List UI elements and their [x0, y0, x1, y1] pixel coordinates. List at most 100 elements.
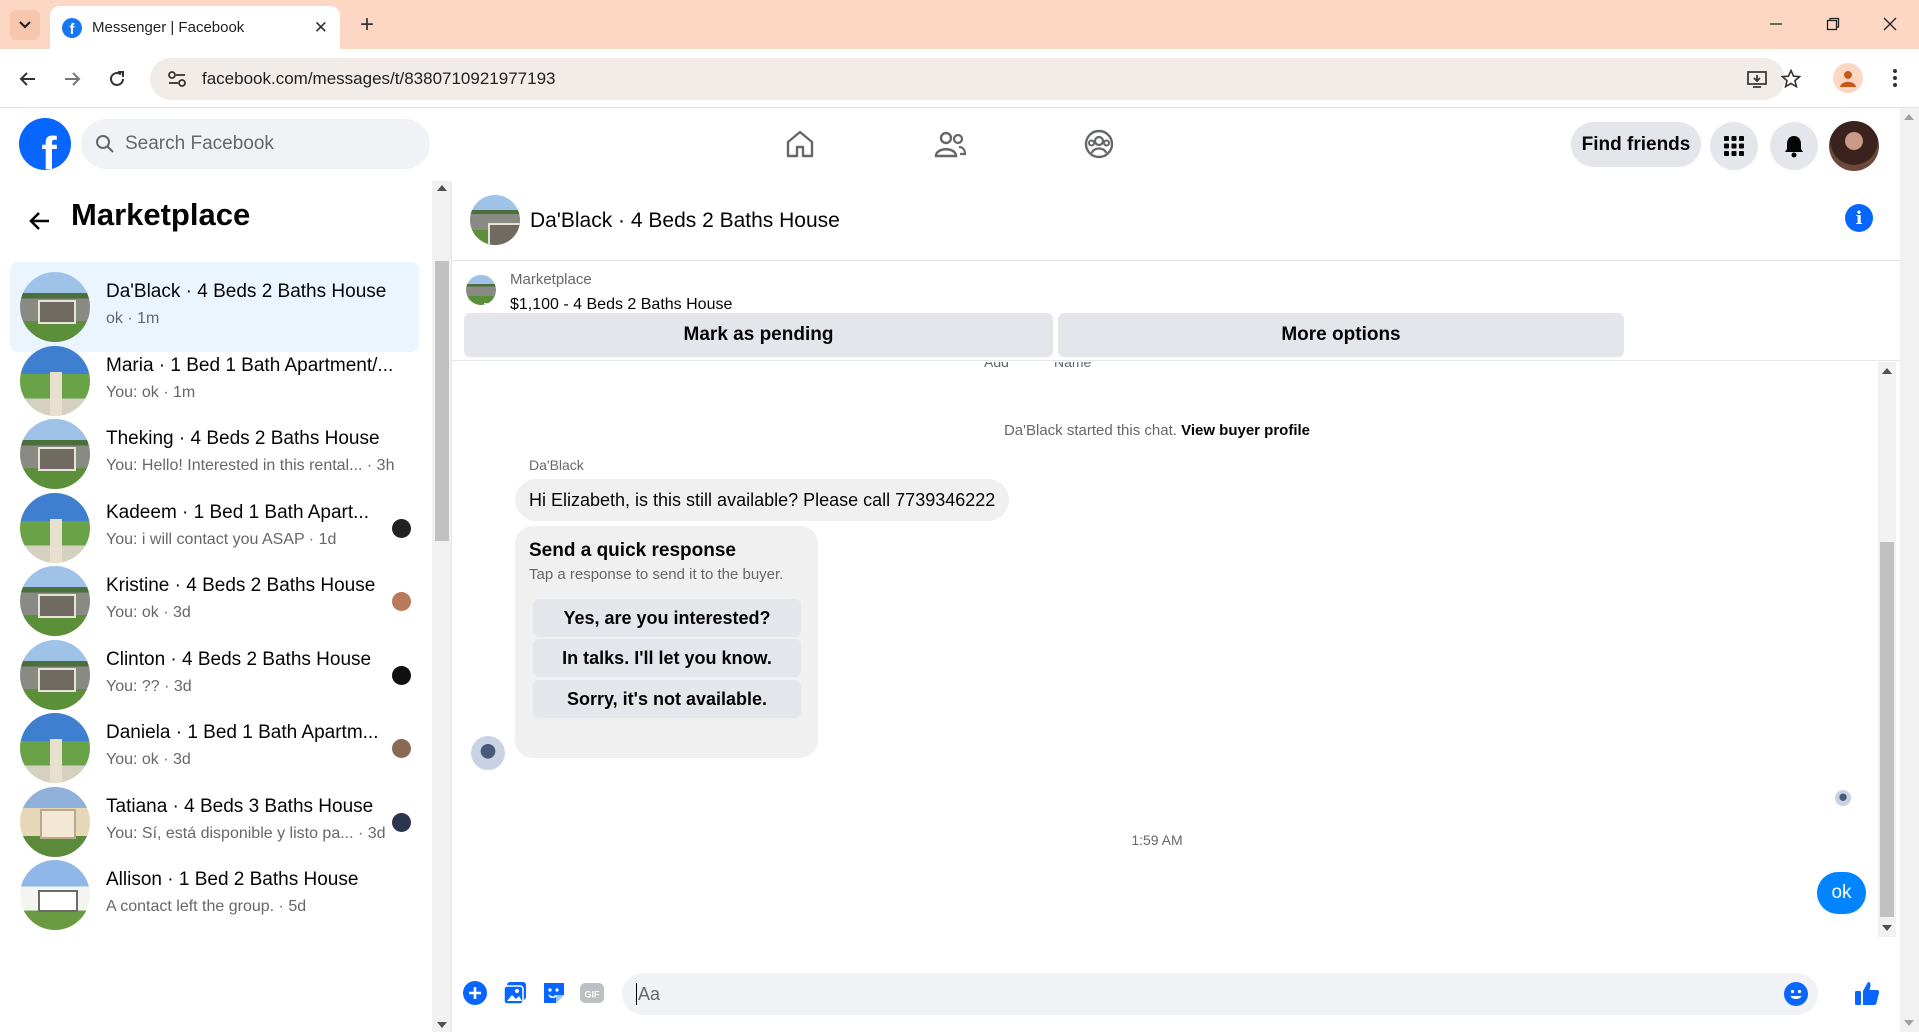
reload-icon: [110, 71, 124, 86]
browser-tab-messenger[interactable]: f Messenger | Facebook ✕: [50, 6, 340, 49]
chat-title[interactable]: Da'Black · 4 Beds 2 Baths House: [530, 209, 840, 233]
find-friends-button[interactable]: Find friends: [1571, 122, 1701, 167]
conversation-list-scrollbar[interactable]: [432, 181, 451, 1032]
scroll-up-icon[interactable]: [1904, 114, 1914, 120]
conversation-name: Kristine · 4 Beds 2 Baths House: [106, 575, 376, 596]
facebook-logo-icon[interactable]: f: [19, 118, 71, 170]
conversation-preview: You: ok · 3d: [106, 604, 191, 621]
emoji-button[interactable]: [1784, 982, 1808, 1006]
listing-thumbnail: [20, 272, 90, 342]
conversation-name: Theking · 4 Beds 2 Baths House: [106, 428, 380, 449]
facebook-header: f Search Facebook Find friends: [0, 108, 1900, 181]
notifications-button[interactable]: [1770, 122, 1818, 170]
back-button[interactable]: [12, 63, 44, 95]
system-text: Da'Black started this chat.: [1003, 422, 1177, 439]
conversation-name: Da'Black · 4 Beds 2 Baths House: [106, 281, 387, 302]
menu-button[interactable]: [1710, 122, 1758, 170]
conversation-preview: ok · 1m: [106, 310, 160, 327]
listing-thumbnail: [20, 713, 90, 783]
view-buyer-profile-link[interactable]: View buyer profile: [1181, 422, 1310, 439]
conversation-name: Clinton · 4 Beds 2 Baths House: [106, 648, 372, 670]
account-avatar[interactable]: [1829, 121, 1879, 171]
sticker-icon: [544, 983, 564, 1003]
quick-response-button[interactable]: Yes, are you interested?: [533, 599, 801, 637]
facebook-favicon-icon: f: [62, 17, 82, 38]
arrow-left-icon: [19, 72, 35, 86]
scroll-down-icon[interactable]: [1904, 1020, 1914, 1026]
browser-tabbar: f Messenger | Facebook ✕ +: [0, 0, 1919, 49]
nav-friends[interactable]: [895, 118, 1005, 170]
facebook-search-input[interactable]: Search Facebook: [81, 119, 430, 169]
buyer-avatar[interactable]: [471, 736, 505, 770]
cut-off-label: Add: [984, 362, 1009, 370]
tab-search-button[interactable]: [10, 10, 40, 40]
message-scrollbar[interactable]: [1878, 362, 1896, 937]
conversation-name: Allison · 1 Bed 2 Baths House: [106, 869, 359, 890]
tab-close-icon[interactable]: ✕: [314, 18, 328, 38]
more-options-button[interactable]: More options: [1058, 313, 1624, 357]
seen-indicator-avatar: [1835, 790, 1851, 806]
mark-as-pending-button[interactable]: Mark as pending: [464, 313, 1053, 357]
install-app-icon[interactable]: [1746, 68, 1768, 90]
nav-home[interactable]: [745, 118, 855, 170]
conversation-name: Kadeem · 1 Bed 1 Bath Apart...: [106, 501, 369, 523]
chat-header: Da'Black · 4 Beds 2 Baths House i: [452, 181, 1900, 261]
site-settings-icon[interactable]: [166, 68, 188, 90]
address-bar[interactable]: facebook.com/messages/t/8380710921977193: [150, 58, 1801, 100]
tab-title: Messenger | Facebook: [92, 19, 245, 36]
bookmark-star-icon[interactable]: [1780, 68, 1802, 90]
marketplace-listing-bar: Marketplace $1,100 - 4 Beds 2 Baths Hous…: [452, 261, 1900, 361]
listing-price-title[interactable]: $1,100 - 4 Beds 2 Baths House: [510, 296, 732, 314]
more-actions-button[interactable]: [461, 979, 489, 1007]
close-window-button[interactable]: [1872, 8, 1908, 40]
scroll-up-icon[interactable]: [437, 185, 447, 191]
info-icon[interactable]: i: [1845, 204, 1873, 232]
conversation-preview: You: i will contact you ASAP · 1d: [106, 530, 337, 548]
scrollbar-thumb[interactable]: [1880, 542, 1894, 917]
page-scrollbar[interactable]: [1900, 108, 1919, 1032]
quick-response-button[interactable]: In talks. I'll let you know.: [533, 639, 801, 677]
read-receipt-avatar: [392, 812, 411, 832]
message-input[interactable]: Aa: [622, 973, 1818, 1015]
close-icon: [1883, 17, 1897, 31]
listing-mini-thumbnail[interactable]: [466, 275, 496, 305]
scroll-up-icon[interactable]: [1882, 368, 1892, 374]
sticker-button[interactable]: [540, 979, 568, 1007]
reload-button[interactable]: [101, 63, 133, 95]
scrollbar-thumb[interactable]: [435, 261, 449, 541]
minimize-button[interactable]: [1758, 8, 1794, 40]
plus-circle-icon: [463, 981, 487, 1005]
conversation-name: Daniela · 1 Bed 1 Bath Apartm...: [106, 722, 379, 743]
outgoing-message[interactable]: ok: [1817, 872, 1866, 914]
quick-response-button[interactable]: Sorry, it's not available.: [533, 680, 801, 718]
forward-button[interactable]: [56, 63, 88, 95]
scroll-down-icon[interactable]: [1882, 925, 1892, 931]
nav-groups[interactable]: [1044, 118, 1154, 170]
svg-text:GIF: GIF: [585, 990, 601, 1000]
listing-thumbnail[interactable]: [470, 195, 520, 245]
message-placeholder: Aa: [638, 983, 661, 1004]
message-thread: Add Name Da'Black started this chat. Vie…: [452, 362, 1900, 952]
person-icon: [1840, 71, 1856, 87]
panel-title: Marketplace: [71, 197, 251, 232]
attach-photo-button[interactable]: [501, 979, 529, 1007]
like-button[interactable]: [1853, 979, 1881, 1007]
read-receipt-avatar: [392, 518, 411, 538]
conversation-item[interactable]: Allison · 1 Bed 2 Baths House A contact l…: [10, 850, 419, 940]
restore-button[interactable]: [1815, 8, 1851, 40]
friends-icon: [934, 131, 967, 158]
browser-menu-button[interactable]: [1880, 63, 1910, 93]
incoming-message[interactable]: Hi Elizabeth, is this still available? P…: [515, 479, 1010, 521]
back-to-chats-button[interactable]: [24, 205, 56, 237]
browser-toolbar: facebook.com/messages/t/8380710921977193: [0, 49, 1919, 108]
listing-thumbnail: [20, 492, 90, 563]
conversation-name: Tatiana · 4 Beds 3 Baths House: [106, 795, 374, 817]
scroll-down-icon[interactable]: [437, 1022, 447, 1028]
conversation-preview: You: ?? · 3d: [106, 677, 192, 695]
browser-profile-button[interactable]: [1833, 63, 1863, 93]
grid-menu-icon: [1724, 136, 1744, 156]
text-caret: [636, 983, 637, 1005]
new-tab-button[interactable]: +: [352, 10, 382, 40]
conversation-preview: You: Sí, está disponible y listo pa... ·…: [106, 824, 386, 842]
gif-button[interactable]: GIF: [578, 979, 606, 1007]
